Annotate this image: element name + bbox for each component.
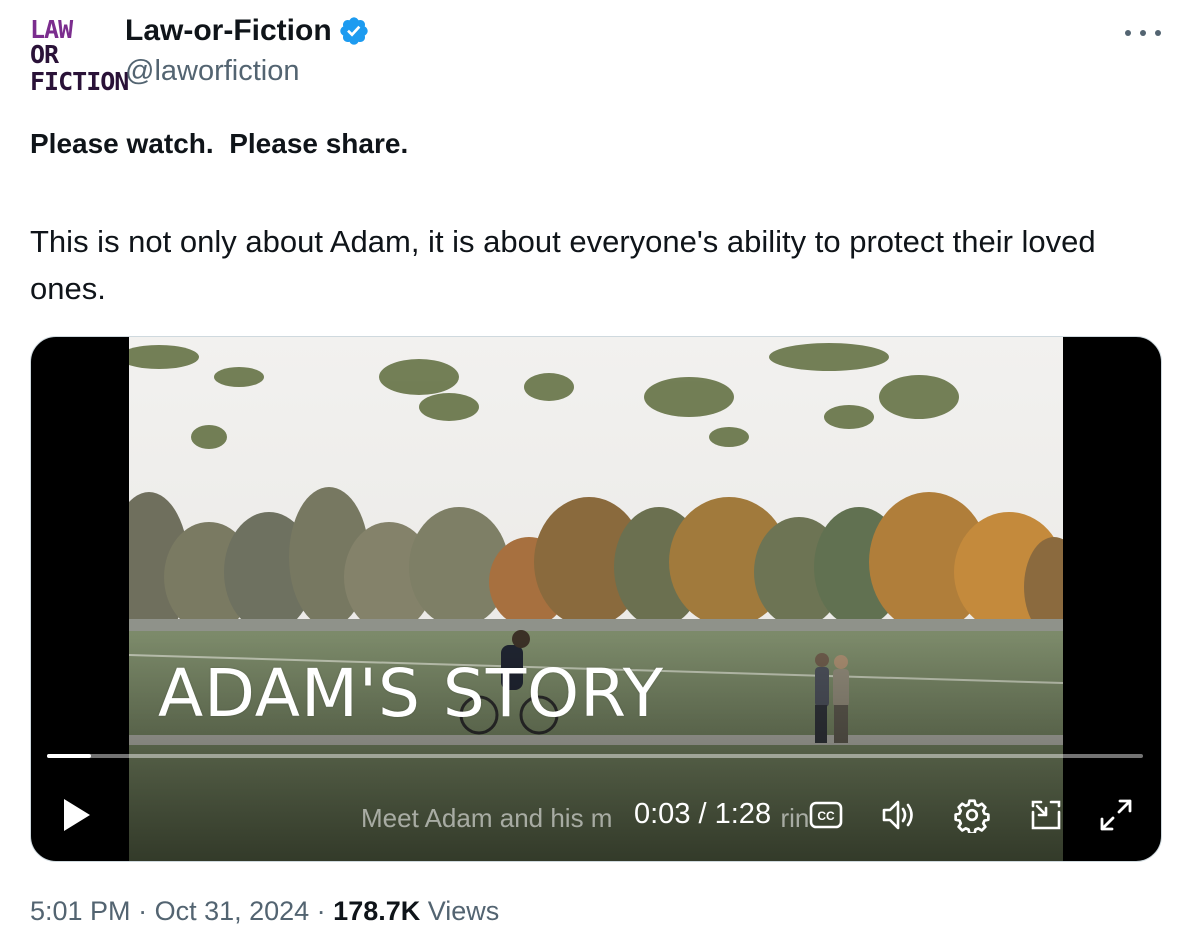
video-title-overlay: ADAM'S STORY (158, 655, 665, 732)
video-progress-bar[interactable] (47, 754, 1143, 758)
author-avatar[interactable]: LAW OR FICTION (30, 14, 129, 94)
volume-icon (882, 800, 913, 830)
volume-button[interactable] (877, 793, 921, 837)
fullscreen-icon (1100, 799, 1132, 831)
author-name-row: Law-or-Fiction (125, 14, 370, 48)
settings-button[interactable] (951, 793, 993, 837)
closed-captions-button[interactable]: CC (805, 793, 847, 837)
video-progress-fill (47, 754, 91, 758)
tweet-timestamp-time[interactable]: 5:01 PM (30, 896, 131, 926)
tweet-timestamp-date[interactable]: Oct 31, 2024 (155, 896, 310, 926)
avatar-logo-line2: FICTION (30, 66, 129, 96)
verified-badge-icon[interactable] (338, 15, 370, 47)
tweet-meta: 5:01 PM · Oct 31, 2024 · 178.7K Views (30, 896, 500, 926)
play-icon (64, 799, 90, 831)
picture-in-picture-button[interactable] (1025, 793, 1067, 837)
more-dot (1155, 30, 1161, 36)
views-count: 178.7K (333, 896, 421, 926)
video-time-display: 0:03 / 1:28 (634, 798, 772, 830)
video-player[interactable]: ADAM'S STORY Meet Adam and his m rin 0:03… (30, 336, 1162, 862)
more-dot (1125, 30, 1131, 36)
video-duration: 1:28 (714, 798, 772, 830)
closed-captions-icon: CC (809, 801, 843, 829)
picture-in-picture-icon (1031, 800, 1061, 830)
author-display-name[interactable]: Law-or-Fiction (125, 14, 332, 48)
more-dot (1140, 30, 1146, 36)
more-options-icon[interactable] (1125, 18, 1161, 48)
avatar-logo-line1: LAW OR (30, 14, 73, 69)
settings-gear-icon (954, 799, 990, 833)
svg-text:CC: CC (817, 809, 835, 823)
tweet-text-body: This is not only about Adam, it is about… (30, 224, 1096, 306)
fullscreen-button[interactable] (1095, 793, 1137, 837)
play-button[interactable] (57, 793, 97, 837)
views-label: Views (420, 896, 500, 926)
video-current-time: 0:03 (634, 798, 691, 830)
video-frame-park-scene (129, 337, 1063, 861)
author-handle[interactable]: @laworfiction (125, 55, 300, 88)
tweet-text-line1: Please watch. Please share. (30, 128, 409, 159)
